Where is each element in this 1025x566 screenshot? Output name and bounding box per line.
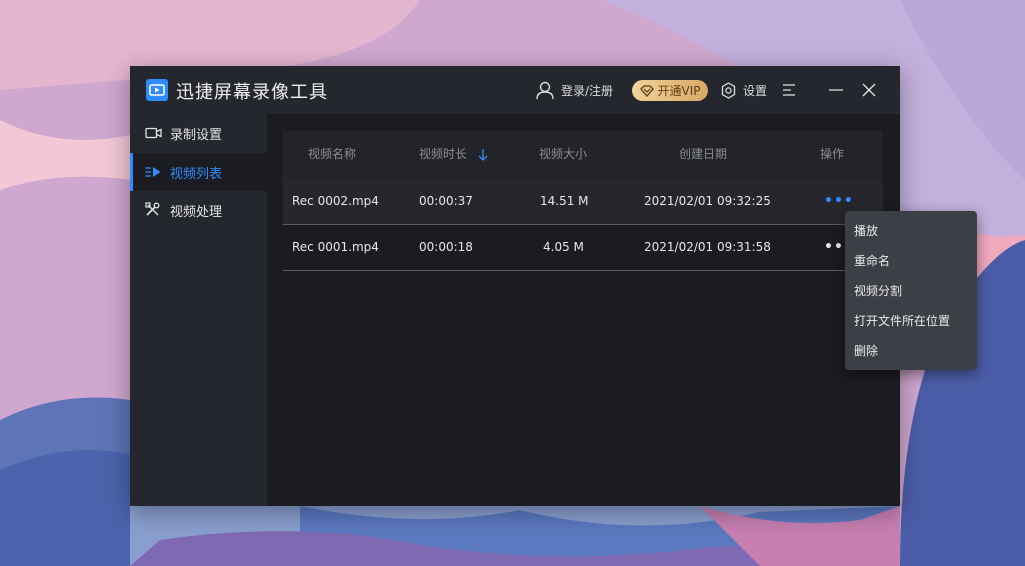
sidebar-item-label: 录制设置 [170,127,223,143]
menu-icon [783,84,795,96]
sidebar-item-video-processing[interactable]: 视频处理 [130,191,267,229]
app-window: 迅捷屏幕录像工具 登录/注册 开通VIP 设置 录制设置 视频列表 视频处理 视… [130,66,900,506]
column-header-name[interactable]: 视频名称 [308,131,356,178]
sidebar-item-label: 视频处理 [170,204,223,220]
settings-label: 设置 [743,83,768,98]
row-context-menu: 播放 重命名 视频分割 打开文件所在位置 删除 [845,211,977,370]
video-date: 2021/02/01 09:32:25 [644,194,771,208]
menu-item-open-file-location[interactable]: 打开文件所在位置 [854,311,950,331]
sidebar: 录制设置 视频列表 视频处理 [130,114,267,506]
sidebar-item-video-list[interactable]: 视频列表 [130,153,267,191]
menu-item-split-video[interactable]: 视频分割 [854,281,902,301]
video-date: 2021/02/01 09:31:58 [644,240,771,254]
video-duration: 00:00:18 [419,240,473,254]
video-list-icon [145,167,161,177]
column-header-date[interactable]: 创建日期 [679,131,727,178]
menu-button[interactable] [782,66,802,114]
sidebar-item-record-settings[interactable]: 录制设置 [130,114,267,152]
vip-diamond-icon [639,84,654,97]
table-row[interactable]: Rec 0002.mp4 00:00:37 14.51 M 2021/02/01… [283,178,883,225]
column-header-duration[interactable]: 视频时长 [419,131,467,178]
menu-item-delete[interactable]: 删除 [854,341,878,361]
camera-icon [145,127,162,139]
vip-label: 开通VIP [657,84,701,98]
close-button[interactable] [862,66,882,114]
app-title: 迅捷屏幕录像工具 [176,82,328,103]
table-row[interactable]: Rec 0001.mp4 00:00:18 4.05 M 2021/02/01 … [283,224,883,271]
video-tools-icon [145,202,160,216]
sort-down-arrow-icon[interactable] [478,148,488,161]
login-register-button[interactable]: 登录/注册 [535,66,613,114]
video-size: 4.05 M [543,240,584,254]
sidebar-item-label: 视频列表 [170,166,223,182]
menu-item-rename[interactable]: 重命名 [854,251,890,271]
settings-button[interactable]: 设置 [720,66,767,114]
title-bar: 迅捷屏幕录像工具 登录/注册 开通VIP 设置 [130,66,900,114]
vip-button[interactable]: 开通VIP [632,80,708,101]
video-name: Rec 0001.mp4 [292,240,379,254]
close-icon [862,83,876,97]
minimize-button[interactable] [828,66,850,114]
table-header: 视频名称 视频时长 视频大小 创建日期 操作 [283,131,883,178]
video-duration: 00:00:37 [419,194,473,208]
video-size: 14.51 M [540,194,589,208]
minimize-icon [829,89,843,91]
app-logo-icon [146,79,168,101]
column-header-size[interactable]: 视频大小 [539,131,587,178]
video-name: Rec 0002.mp4 [292,194,379,208]
user-icon [536,81,554,100]
menu-item-play[interactable]: 播放 [854,221,878,241]
column-header-actions: 操作 [820,147,845,161]
login-register-label: 登录/注册 [561,83,614,98]
settings-gear-icon [721,81,736,99]
